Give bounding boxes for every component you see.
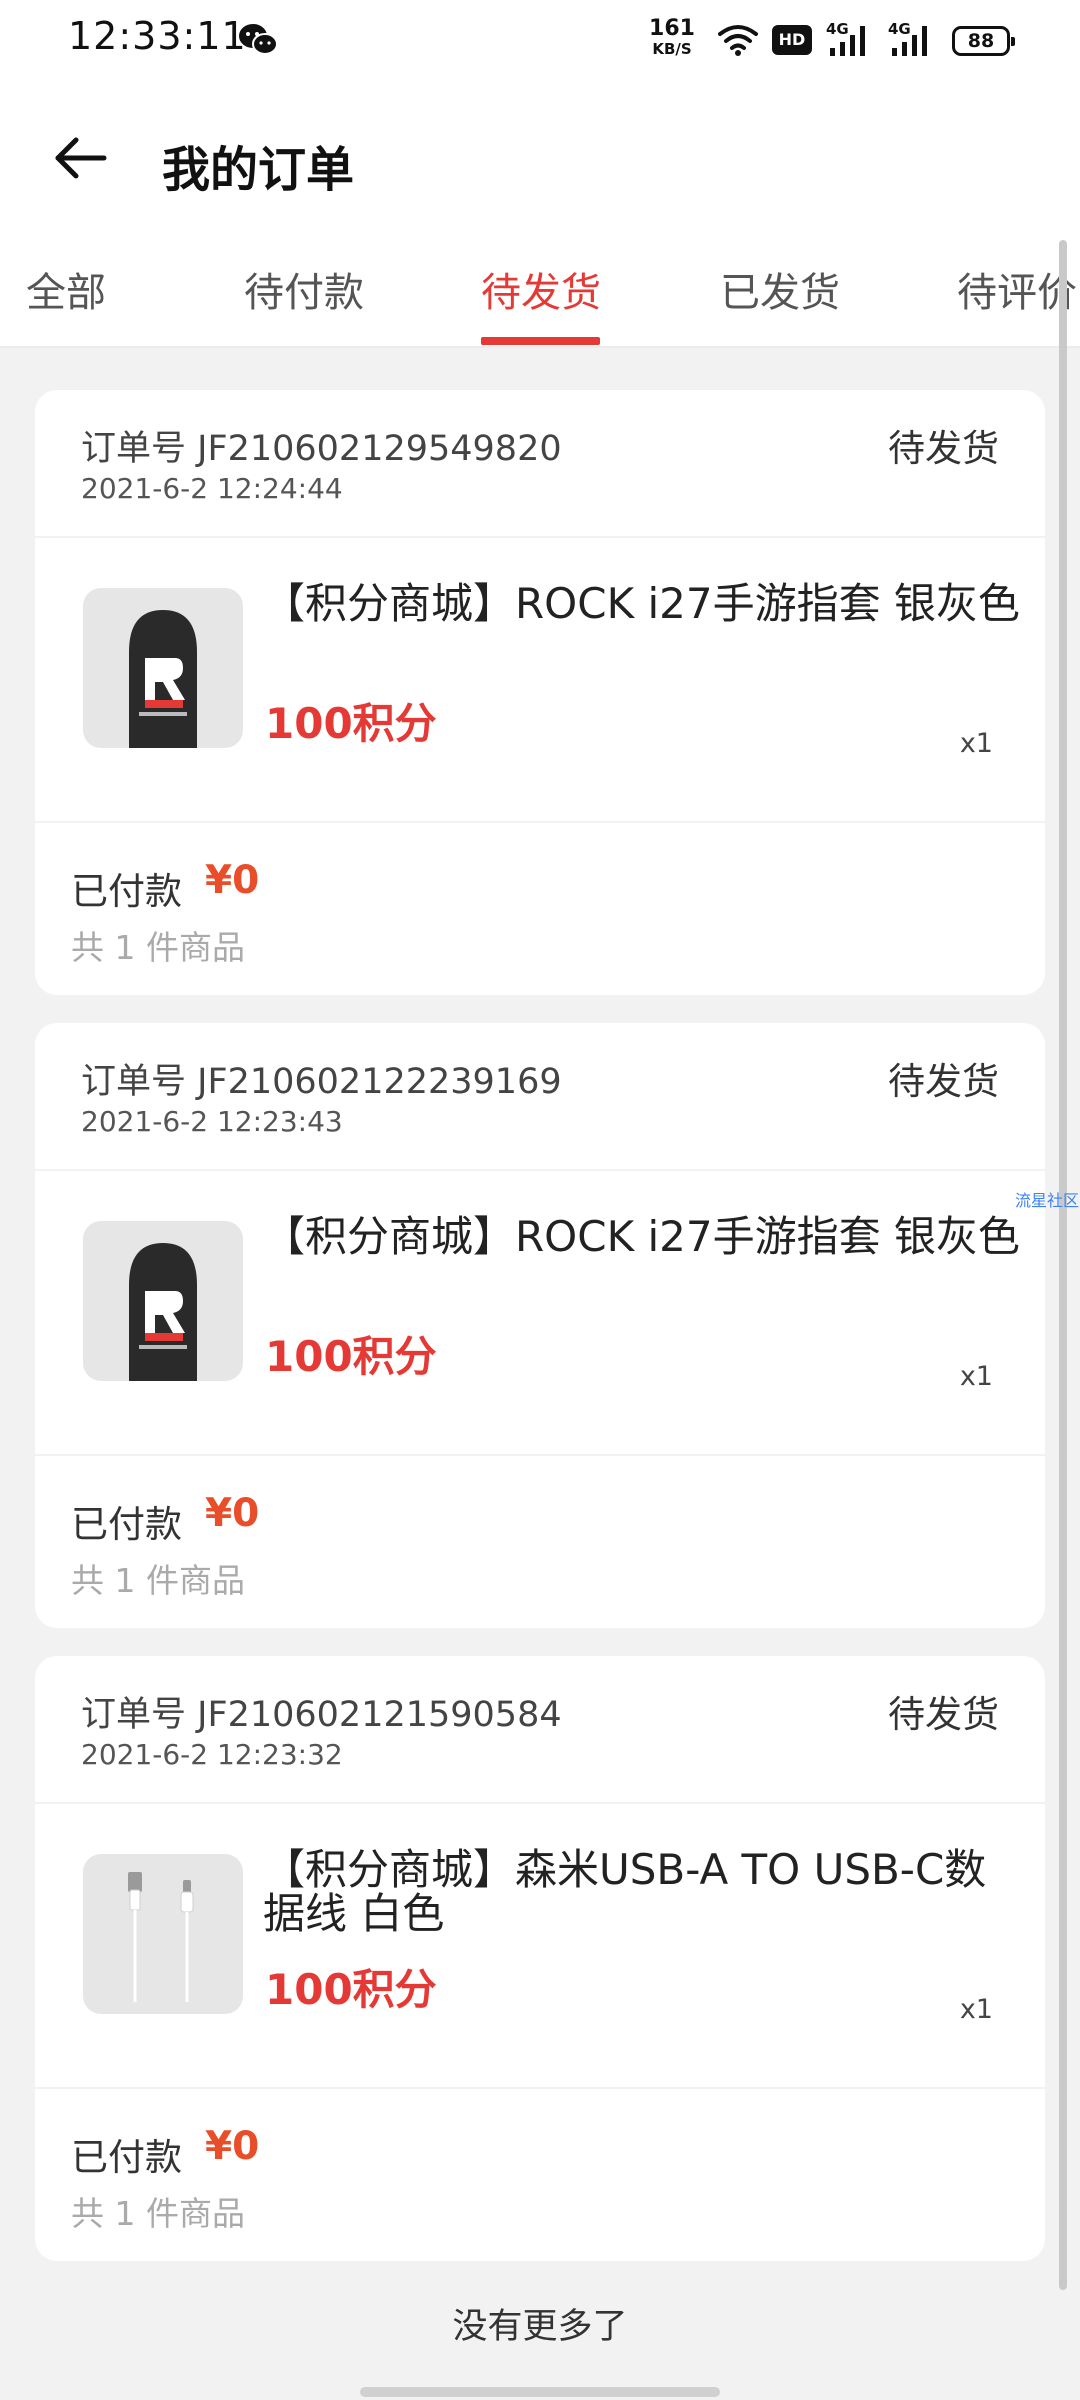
item-count: 共 1 件商品 bbox=[71, 2194, 245, 2233]
back-arrow-icon[interactable] bbox=[50, 128, 110, 188]
wechat-icon bbox=[238, 22, 278, 58]
order-product[interactable]: 【积分商城】森米USB-A TO USB-C数据线 白色 100积分 x1 bbox=[35, 1804, 1045, 2089]
order-number: 订单号 JF210602129549820 bbox=[81, 429, 562, 469]
order-product[interactable]: 【积分商城】ROCK i27手游指套 银灰色 100积分 x1 bbox=[35, 1171, 1045, 1456]
order-card[interactable]: 订单号 JF210602122239169 2021-6-2 12:23:43 … bbox=[35, 1023, 1045, 1628]
product-price: 100积分 bbox=[265, 1965, 437, 2014]
order-header: 订单号 JF210602121590584 2021-6-2 12:23:32 … bbox=[35, 1656, 1045, 1804]
signal-label: 4G bbox=[826, 20, 849, 38]
paid-label: 已付款 bbox=[71, 870, 182, 913]
order-number: 订单号 JF210602122239169 bbox=[81, 1062, 562, 1102]
order-card[interactable]: 订单号 JF210602121590584 2021-6-2 12:23:32 … bbox=[35, 1656, 1045, 2261]
item-count: 共 1 件商品 bbox=[71, 1561, 245, 1600]
product-quantity: x1 bbox=[959, 728, 993, 759]
order-footer: 已付款 ¥0 共 1 件商品 bbox=[35, 2089, 1045, 2261]
product-title: 【积分商城】ROCK i27手游指套 银灰色 bbox=[263, 579, 1020, 628]
header: 我的订单 bbox=[0, 100, 1080, 220]
paid-label: 已付款 bbox=[71, 2136, 182, 2179]
side-community-link[interactable]: 流星社区 bbox=[1015, 1187, 1079, 1211]
product-price: 100积分 bbox=[265, 699, 437, 748]
active-tab-indicator bbox=[481, 337, 600, 345]
page-title: 我的订单 bbox=[162, 142, 355, 198]
tab-pending-shipment[interactable]: 待发货 bbox=[481, 260, 601, 318]
scrollbar[interactable] bbox=[1059, 240, 1067, 2290]
item-count: 共 1 件商品 bbox=[71, 928, 245, 967]
net-speed-unit: KB/S bbox=[652, 40, 692, 58]
paid-amount: ¥0 bbox=[205, 858, 260, 903]
product-quantity: x1 bbox=[959, 1361, 993, 1392]
order-status: 待发货 bbox=[888, 1060, 999, 1103]
hd-icon: HD bbox=[772, 25, 812, 55]
wifi-icon bbox=[716, 22, 760, 58]
order-tabs: 全部 待付款 待发货 已发货 待评价 bbox=[0, 240, 1080, 348]
finger-sleeve-image bbox=[83, 588, 243, 748]
status-time: 12:33:11 bbox=[68, 14, 247, 58]
net-speed: 161 KB/S bbox=[648, 18, 696, 57]
product-quantity: x1 bbox=[959, 1994, 993, 2025]
product-title: 【积分商城】森米USB-A TO USB-C数据线 白色 bbox=[263, 1845, 987, 1938]
order-status: 待发货 bbox=[888, 427, 999, 470]
battery-icon: 88 bbox=[952, 26, 1015, 56]
order-number: 订单号 JF210602121590584 bbox=[81, 1695, 562, 1735]
product-price: 100积分 bbox=[265, 1332, 437, 1381]
tab-pending-payment[interactable]: 待付款 bbox=[244, 260, 364, 318]
tab-all[interactable]: 全部 bbox=[26, 260, 106, 318]
order-footer: 已付款 ¥0 共 1 件商品 bbox=[35, 823, 1045, 995]
order-footer: 已付款 ¥0 共 1 件商品 bbox=[35, 1456, 1045, 1628]
net-speed-value: 161 bbox=[649, 16, 695, 41]
signal-icon: 4G bbox=[826, 20, 876, 60]
signal-icon: 4G bbox=[888, 20, 938, 60]
paid-amount: ¥0 bbox=[205, 1491, 260, 1536]
order-product[interactable]: 【积分商城】ROCK i27手游指套 银灰色 100积分 x1 bbox=[35, 538, 1045, 823]
usb-cable-image bbox=[83, 1854, 243, 2014]
status-bar: 12:33:11 161 KB/S HD 4G 4G 88 bbox=[0, 0, 1080, 82]
order-status: 待发货 bbox=[888, 1693, 999, 1736]
order-time: 2021-6-2 12:23:32 bbox=[81, 1738, 343, 1771]
order-header: 订单号 JF210602129549820 2021-6-2 12:24:44 … bbox=[35, 390, 1045, 538]
tab-shipped[interactable]: 已发货 bbox=[720, 260, 840, 318]
signal-label: 4G bbox=[888, 20, 911, 38]
paid-amount: ¥0 bbox=[205, 2124, 260, 2169]
finger-sleeve-image bbox=[83, 1221, 243, 1381]
home-indicator[interactable] bbox=[360, 2387, 720, 2397]
order-time: 2021-6-2 12:23:43 bbox=[81, 1105, 343, 1138]
order-time: 2021-6-2 12:24:44 bbox=[81, 472, 343, 505]
paid-label: 已付款 bbox=[71, 1503, 182, 1546]
order-card[interactable]: 订单号 JF210602129549820 2021-6-2 12:24:44 … bbox=[35, 390, 1045, 995]
product-title: 【积分商城】ROCK i27手游指套 银灰色 bbox=[263, 1212, 1020, 1261]
order-header: 订单号 JF210602122239169 2021-6-2 12:23:43 … bbox=[35, 1023, 1045, 1171]
no-more-text: 没有更多了 bbox=[452, 2307, 628, 2347]
